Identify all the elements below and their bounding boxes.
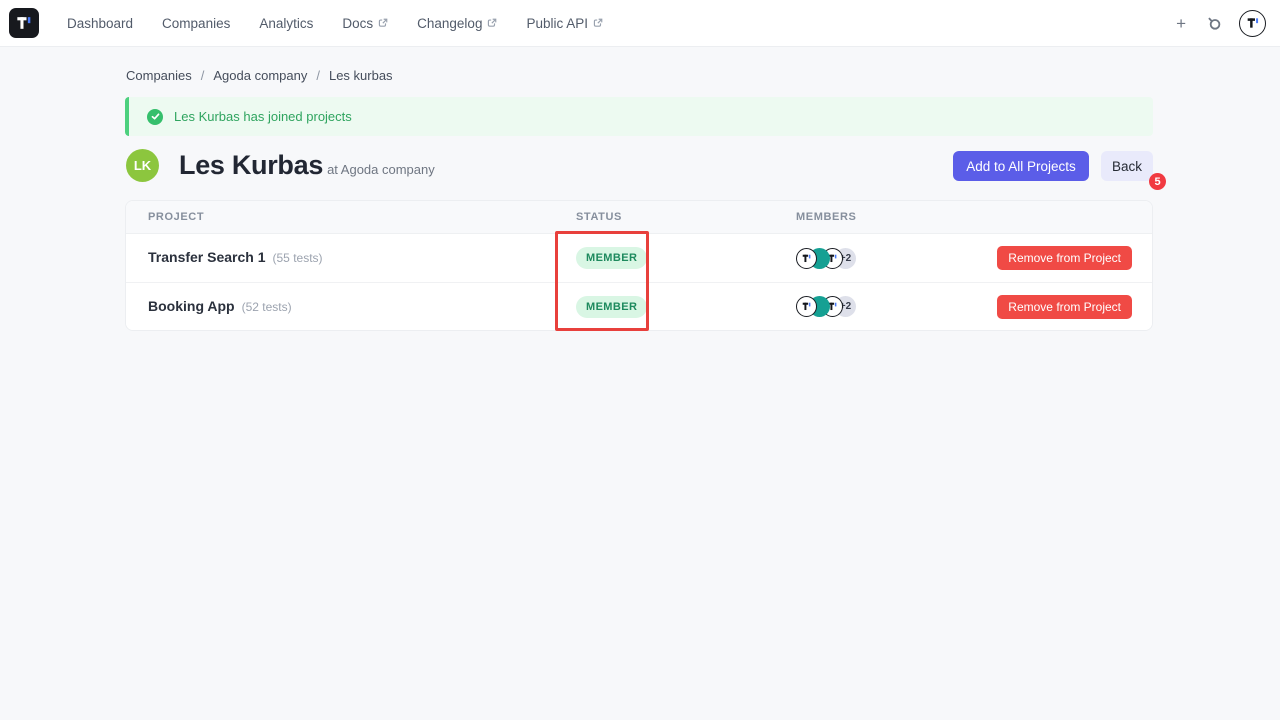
column-header-project: PROJECT: [148, 211, 576, 223]
user-name: Les Kurbas: [179, 150, 323, 180]
page-content: Companies / Agoda company / Les kurbas L…: [0, 47, 1280, 720]
nav-item-companies[interactable]: Companies: [162, 16, 230, 31]
column-header-members: MEMBERS: [796, 211, 1132, 223]
status-badge: MEMBER: [576, 247, 647, 269]
notification-badge: 5: [1149, 173, 1166, 190]
nav-item-public-api[interactable]: Public API: [526, 16, 603, 31]
nav-item-label: Changelog: [417, 16, 482, 31]
breadcrumb-les-kurbas[interactable]: Les kurbas: [329, 68, 393, 83]
nav-item-label: Docs: [342, 16, 373, 31]
nav-item-docs[interactable]: Docs: [342, 16, 388, 31]
breadcrumb-separator: /: [316, 68, 320, 83]
nav-item-analytics[interactable]: Analytics: [259, 16, 313, 31]
nav-item-dashboard[interactable]: Dashboard: [67, 16, 133, 31]
member-avatar-logo: [796, 248, 817, 269]
back-button[interactable]: Back: [1101, 151, 1153, 181]
status-cell: MEMBER: [576, 296, 796, 318]
column-header-status: STATUS: [576, 211, 796, 223]
table-row: Booking App (52 tests) MEMBER +2 Remove f…: [126, 282, 1152, 330]
status-cell: MEMBER: [576, 247, 796, 269]
search-icon[interactable]: [1206, 15, 1223, 32]
project-tests-count: (52 tests): [242, 300, 292, 314]
top-navigation: Dashboard Companies Analytics Docs Chang…: [0, 0, 1280, 47]
breadcrumb: Companies / Agoda company / Les kurbas: [126, 68, 393, 83]
avatar: LK: [126, 149, 159, 182]
project-name-link[interactable]: Booking App: [148, 298, 235, 314]
user-avatar[interactable]: [1239, 10, 1266, 37]
external-link-icon: [593, 18, 603, 28]
table-row: Transfer Search 1 (55 tests) MEMBER +2 Re…: [126, 234, 1152, 282]
remove-from-project-button[interactable]: Remove from Project: [997, 246, 1132, 270]
app-logo[interactable]: [9, 8, 39, 38]
nav-item-label: Dashboard: [67, 16, 133, 31]
check-circle-icon: [147, 109, 163, 125]
user-avatar-logo-icon: [1245, 15, 1261, 31]
breadcrumb-agoda-company[interactable]: Agoda company: [213, 68, 307, 83]
nav-links: Dashboard Companies Analytics Docs Chang…: [67, 16, 603, 31]
nav-item-label: Analytics: [259, 16, 313, 31]
banner-message: Les Kurbas has joined projects: [174, 109, 352, 124]
member-avatar-logo: [796, 296, 817, 317]
breadcrumb-separator: /: [201, 68, 205, 83]
nav-right-actions: +: [1172, 10, 1266, 37]
nav-item-changelog[interactable]: Changelog: [417, 16, 497, 31]
external-link-icon: [378, 18, 388, 28]
remove-from-project-button[interactable]: Remove from Project: [997, 295, 1132, 319]
profile-header: LK Les Kurbas at Agoda company: [126, 149, 435, 182]
external-link-icon: [487, 18, 497, 28]
app-logo-icon: [14, 13, 34, 33]
projects-table: PROJECT STATUS MEMBERS Transfer Search 1…: [125, 200, 1153, 331]
status-badge: MEMBER: [576, 296, 647, 318]
plus-icon[interactable]: +: [1172, 13, 1190, 34]
add-to-all-projects-button[interactable]: Add to All Projects: [953, 151, 1089, 181]
project-cell: Transfer Search 1 (55 tests): [148, 249, 576, 267]
nav-item-label: Companies: [162, 16, 230, 31]
members-avatar-stack[interactable]: +2: [796, 248, 997, 269]
members-avatar-stack[interactable]: +2: [796, 296, 997, 317]
company-suffix: at Agoda company: [327, 162, 435, 177]
success-banner: Les Kurbas has joined projects: [125, 97, 1153, 136]
project-name-link[interactable]: Transfer Search 1: [148, 249, 266, 265]
page-title: Les Kurbas at Agoda company: [179, 150, 435, 181]
breadcrumb-companies[interactable]: Companies: [126, 68, 192, 83]
nav-item-label: Public API: [526, 16, 588, 31]
table-header-row: PROJECT STATUS MEMBERS: [126, 201, 1152, 234]
project-cell: Booking App (52 tests): [148, 298, 576, 316]
project-tests-count: (55 tests): [273, 251, 323, 265]
